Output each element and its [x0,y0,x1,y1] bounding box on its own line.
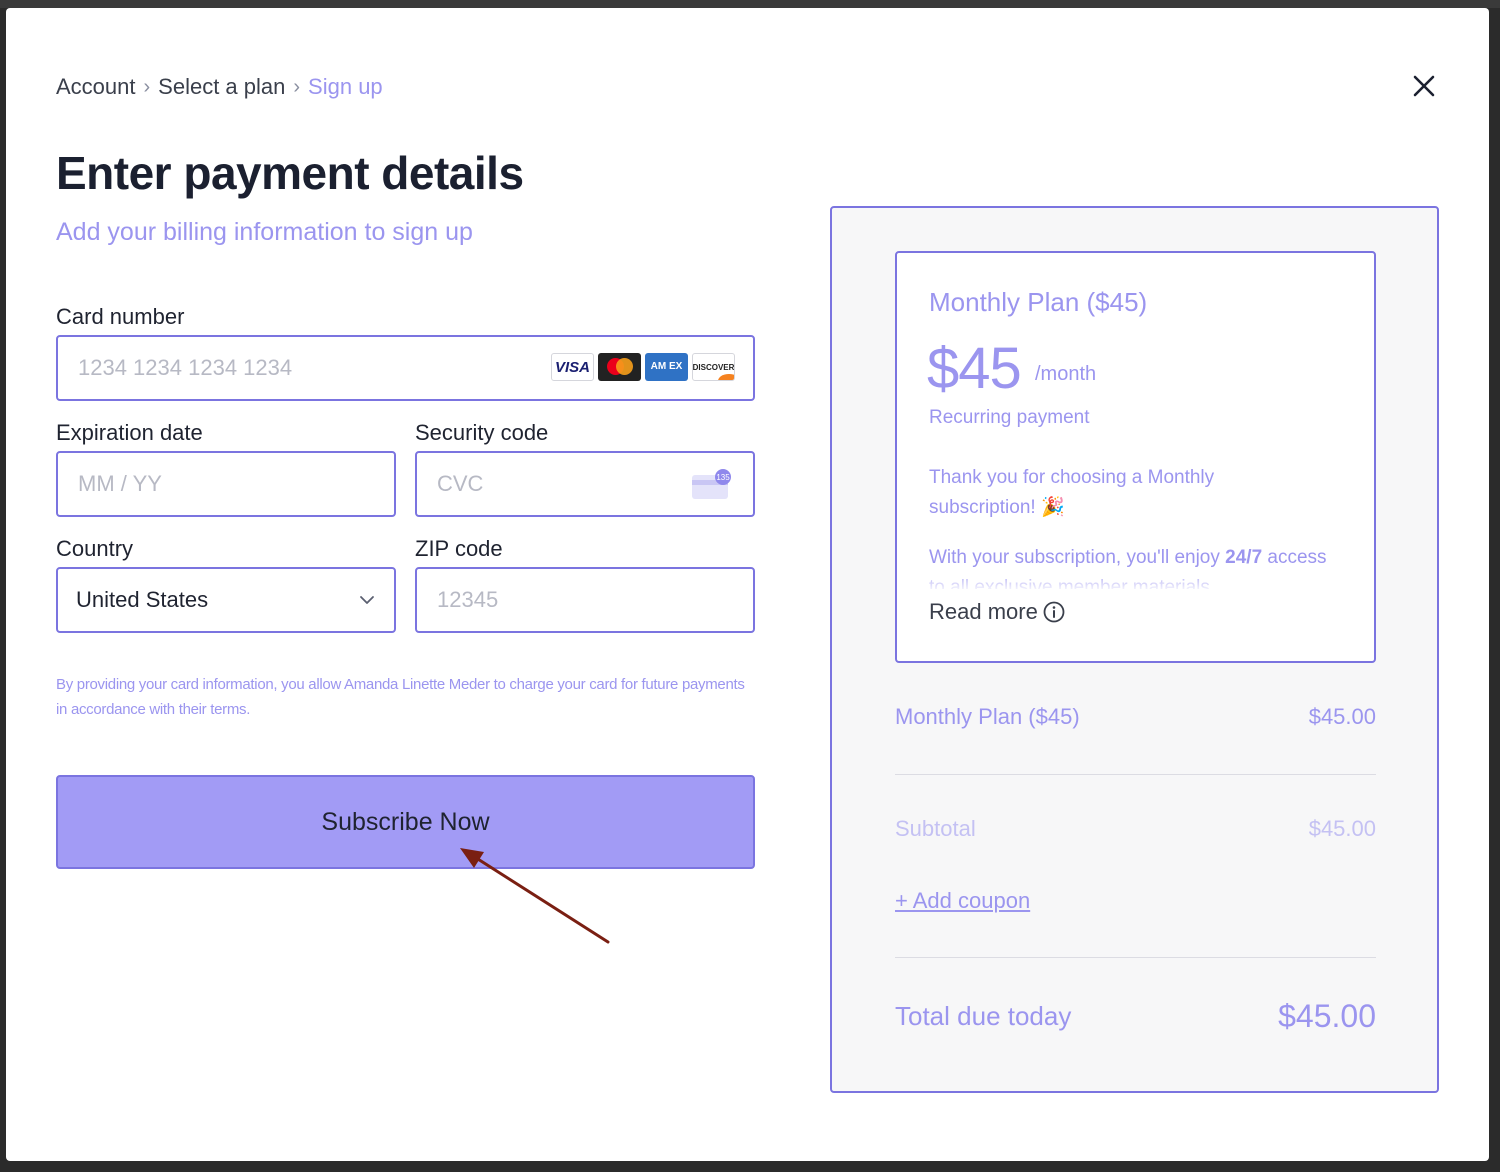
card-brands: VISA AM EX DISCOVER [551,353,735,381]
country-label: Country [56,536,134,561]
line-item-label: Monthly Plan ($45) [895,704,1080,729]
close-button[interactable] [1406,68,1442,104]
visa-icon: VISA [551,353,594,381]
breadcrumb-account[interactable]: Account [56,74,136,100]
discover-icon: DISCOVER [692,353,735,381]
info-icon [1043,601,1065,623]
page-title: Enter payment details [56,147,524,199]
amex-icon: AM EX [645,353,688,381]
security-code-field[interactable]: 135 [415,451,755,517]
mastercard-icon [598,353,641,381]
chevron-right-icon: › [293,75,301,98]
payment-modal: Account › Select a plan › Sign up Enter … [6,8,1489,1161]
subtotal-amount: $45.00 [1308,816,1376,841]
line-item-row: Monthly Plan ($45) $45.00 [895,704,1376,730]
plan-period: /month [1035,363,1097,385]
recurring-label: Recurring payment [929,407,1090,428]
country-select[interactable]: United States [56,567,396,633]
backdrop [0,0,1500,8]
legal-disclaimer: By providing your card information, you … [56,676,745,718]
plan-description: With your subscription, you'll enjoy 24/… [929,543,1329,589]
thanks-message: Thank you for choosing a Monthly subscri… [929,467,1215,518]
zip-code-field[interactable] [415,567,755,633]
order-summary: Monthly Plan ($45) $45 /month Recurring … [830,206,1439,1093]
expiration-input[interactable] [76,470,376,498]
cvc-badge: 135 [716,473,730,482]
plan-price: $45 [927,336,1022,401]
total-label: Total due today [895,1001,1072,1031]
total-amount: $45.00 [1278,998,1376,1034]
total-row: Total due today $45.00 [895,998,1376,1035]
security-code-input[interactable] [435,470,735,498]
read-more-label: Read more [929,599,1038,624]
page-subtitle: Add your billing information to sign up [56,218,473,246]
chevron-down-icon [360,596,374,604]
zip-code-input[interactable] [435,586,735,614]
chevron-right-icon: › [143,75,151,98]
cvc-card-icon: 135 [692,469,731,499]
country-value: United States [76,587,209,612]
read-more-link[interactable]: Read more [929,599,1066,625]
add-coupon-link[interactable]: + Add coupon [895,888,1030,914]
plan-description-text: With your subscription, you'll enjoy [929,547,1226,568]
divider [895,957,1376,958]
expiration-field[interactable] [56,451,396,517]
close-icon [1413,75,1435,97]
subscribe-now-button[interactable]: Subscribe Now [56,775,755,869]
plan-name: Monthly Plan ($45) [929,287,1148,317]
plan-description-highlight: 24/7 [1225,547,1263,568]
subtotal-label: Subtotal [895,816,976,841]
card-number-label: Card number [56,304,185,329]
plan-card: Monthly Plan ($45) $45 /month Recurring … [895,251,1376,663]
breadcrumb: Account › Select a plan › Sign up [56,74,383,100]
subtotal-row: Subtotal $45.00 [895,816,1376,842]
card-number-field[interactable]: VISA AM EX DISCOVER [56,335,755,401]
line-item-amount: $45.00 [1308,704,1376,729]
expiration-label: Expiration date [56,420,203,445]
breadcrumb-select-plan[interactable]: Select a plan [158,74,285,100]
zip-code-label: ZIP code [415,536,503,561]
security-code-label: Security code [415,420,549,445]
breadcrumb-sign-up: Sign up [308,74,383,99]
arrow-annotation-icon [460,848,610,944]
divider [895,774,1376,775]
